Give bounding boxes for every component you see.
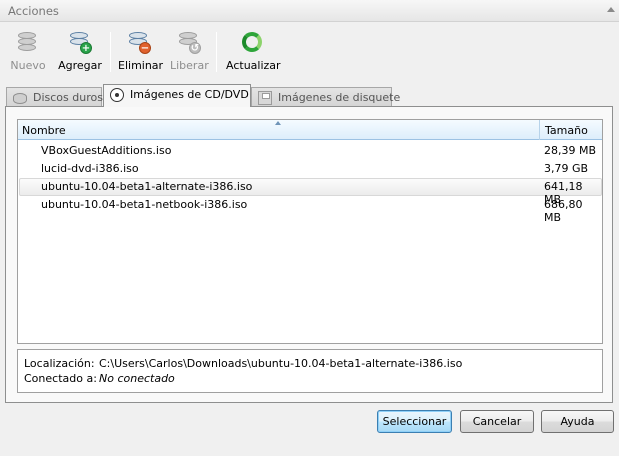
remove-disk-icon: − xyxy=(127,30,151,54)
new-button[interactable]: Nuevo xyxy=(10,30,46,76)
remove-button[interactable]: − Eliminar xyxy=(118,30,164,76)
list-item[interactable]: VBoxGuestAdditions.iso 28,39 MB xyxy=(19,142,602,160)
toolbar-separator xyxy=(216,32,217,72)
list-item-name: ubuntu-10.04-beta1-netbook-i386.iso xyxy=(41,198,248,211)
new-label: Nuevo xyxy=(10,59,46,72)
cd-icon xyxy=(110,88,124,102)
refresh-button[interactable]: Actualizar xyxy=(226,30,281,76)
select-button[interactable]: Seleccionar xyxy=(377,410,452,433)
details-box: Localización: C:\Users\Carlos\Downloads\… xyxy=(17,349,603,393)
release-disk-icon: ↺ xyxy=(177,30,201,54)
location-value: C:\Users\Carlos\Downloads\ubuntu-10.04-b… xyxy=(99,357,463,370)
remove-label: Eliminar xyxy=(118,59,164,72)
cancel-button[interactable]: Cancelar xyxy=(460,410,534,433)
tab-floppy-label: Imágenes de disquete xyxy=(278,91,401,104)
collapse-arrow-icon[interactable] xyxy=(607,7,615,12)
title-bar: Acciones xyxy=(0,0,619,22)
image-list[interactable]: Nombre Tamaño VBoxGuestAdditions.iso 28,… xyxy=(17,119,603,344)
tab-cd-dvd-images[interactable]: Imágenes de CD/DVD xyxy=(103,84,251,107)
add-label: Agregar xyxy=(58,59,102,72)
add-button[interactable]: + Agregar xyxy=(58,30,102,76)
list-item-size: 686,80 MB xyxy=(544,198,583,224)
tab-hard-disks[interactable]: Discos duros xyxy=(6,87,103,107)
list-item-name: lucid-dvd-i386.iso xyxy=(41,162,139,175)
list-item-size: 3,79 GB xyxy=(544,162,589,175)
toolbar-separator xyxy=(110,32,111,72)
window-title: Acciones xyxy=(8,4,59,18)
tab-bar: Discos duros Imágenes de CD/DVD Imágenes… xyxy=(6,84,616,107)
floppy-icon xyxy=(258,91,272,105)
list-item-name: VBoxGuestAdditions.iso xyxy=(41,144,172,157)
toolbar: Nuevo + Agregar − Eliminar ↺ Liberar Act… xyxy=(0,26,619,78)
column-divider[interactable] xyxy=(539,120,540,140)
list-item[interactable]: lucid-dvd-i386.iso 3,79 GB xyxy=(19,160,602,178)
add-disk-icon: + xyxy=(68,30,92,54)
attached-label: Conectado a: xyxy=(24,372,97,385)
tab-floppy-images[interactable]: Imágenes de disquete xyxy=(251,87,400,107)
release-button[interactable]: ↺ Liberar xyxy=(170,30,209,76)
tab-cd-dvd-label: Imágenes de CD/DVD xyxy=(130,88,249,101)
refresh-label: Actualizar xyxy=(226,59,281,72)
release-label: Liberar xyxy=(170,59,209,72)
help-button[interactable]: Ayuda xyxy=(541,410,614,433)
hard-disk-icon xyxy=(13,93,27,104)
new-disk-icon xyxy=(16,30,40,54)
column-header-size[interactable]: Tamaño xyxy=(545,124,588,137)
list-item-selected[interactable]: ubuntu-10.04-beta1-alternate-i386.iso 64… xyxy=(19,178,602,206)
list-item-name: ubuntu-10.04-beta1-alternate-i386.iso xyxy=(41,180,253,193)
list-item-size: 28,39 MB xyxy=(544,144,597,157)
attached-value: No conectado xyxy=(99,372,175,385)
tab-hard-disks-label: Discos duros xyxy=(33,91,103,104)
location-label: Localización: xyxy=(24,357,95,370)
list-header: Nombre Tamaño xyxy=(18,120,602,140)
tab-panel: Nombre Tamaño VBoxGuestAdditions.iso 28,… xyxy=(5,106,613,403)
column-header-name[interactable]: Nombre xyxy=(22,124,66,137)
refresh-icon xyxy=(240,30,264,54)
sort-ascending-icon xyxy=(275,121,281,125)
list-item[interactable]: ubuntu-10.04-beta1-netbook-i386.iso 686,… xyxy=(19,196,602,224)
